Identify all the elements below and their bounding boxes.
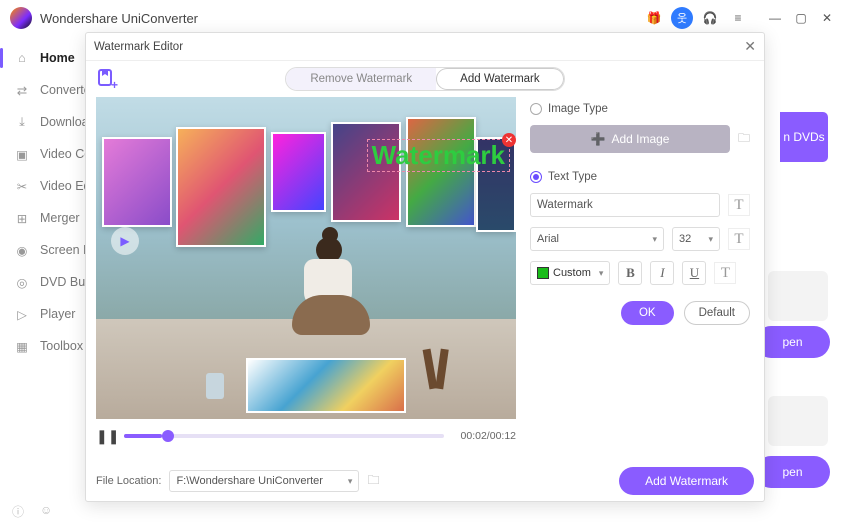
chevron-down-icon: ▾ [348, 476, 353, 487]
file-location-row: File Location: F:\Wondershare UniConvert… [86, 461, 764, 501]
bg-open-button-1[interactable]: pen [755, 326, 830, 358]
bg-dvds-panel: n DVDs [780, 112, 828, 162]
sidebar-item-label: Toolbox [40, 339, 83, 353]
radio-text-type[interactable] [530, 171, 542, 183]
converter-icon: ⇄ [14, 82, 30, 98]
window-minimize-button[interactable]: — [762, 5, 788, 31]
text-template-icon-2[interactable]: T [728, 228, 750, 250]
add-watermark-button[interactable]: Add Watermark [619, 467, 754, 495]
video-preview[interactable]: ▶ Watermark ✕ [96, 97, 516, 419]
watermark-remove-button[interactable]: ✕ [502, 133, 516, 147]
image-type-label: Image Type [548, 103, 608, 115]
color-swatch-icon [537, 267, 549, 279]
chevron-down-icon: ▾ [652, 234, 657, 245]
sidebar-item-label: Home [40, 51, 75, 65]
ok-button[interactable]: OK [621, 301, 674, 325]
play-overlay-icon[interactable]: ▶ [111, 227, 139, 255]
dialog-header: Watermark Editor ✕ [86, 33, 764, 61]
font-size-select[interactable]: 32 ▾ [672, 227, 720, 251]
scissors-icon: ✂ [14, 178, 30, 194]
text-template-icon[interactable]: T [728, 194, 750, 216]
add-image-label: Add Image [611, 132, 669, 146]
file-location-value: F:\Wondershare UniConverter [176, 475, 323, 487]
color-select[interactable]: Custom ▾ [530, 261, 610, 285]
play-icon: ▷ [14, 306, 30, 322]
radio-image-type[interactable] [530, 103, 542, 115]
app-logo-icon [10, 7, 32, 29]
info-icon[interactable]: ⓘ [12, 503, 24, 520]
user-account-icon[interactable]: 웃 [671, 7, 693, 29]
italic-button[interactable]: I [650, 261, 674, 285]
compress-icon: ▣ [14, 146, 30, 162]
bg-thumb-1 [768, 271, 828, 321]
home-icon: ⌂ [14, 50, 30, 66]
color-mode-label: Custom [553, 267, 591, 279]
size-value: 32 [679, 233, 691, 245]
merge-icon: ⊞ [14, 210, 30, 226]
file-location-label: File Location: [96, 475, 161, 487]
add-image-button[interactable]: ➕ Add Image [530, 125, 730, 153]
playback-time: 00:02/00:12 [452, 430, 516, 442]
watermark-editor-dialog: Watermark Editor ✕ + Remove Watermark Ad… [85, 32, 765, 502]
hamburger-menu-icon[interactable]: ≡ [727, 7, 749, 29]
watermark-logo-icon: + [96, 68, 118, 90]
underline-button[interactable]: U [682, 261, 706, 285]
seek-bar[interactable] [124, 434, 444, 438]
file-location-select[interactable]: F:\Wondershare UniConverter ▾ [169, 470, 359, 492]
window-maximize-button[interactable]: ▢ [788, 5, 814, 31]
sidebar-item-label: Merger [40, 211, 80, 225]
image-folder-icon[interactable]: 🗀 [738, 129, 750, 150]
watermark-tabs: Remove Watermark Add Watermark [285, 67, 564, 91]
font-select[interactable]: Arial ▾ [530, 227, 664, 251]
dialog-title: Watermark Editor [94, 41, 183, 53]
gift-icon[interactable]: 🎁 [643, 7, 665, 29]
pause-button[interactable]: ❚❚ [96, 428, 116, 445]
title-bar: Wondershare UniConverter 🎁 웃 🎧 ≡ — ▢ ✕ [0, 0, 850, 36]
support-headset-icon[interactable]: 🎧 [699, 7, 721, 29]
disc-icon: ◎ [14, 274, 30, 290]
plus-icon: ➕ [590, 132, 605, 146]
playback-controls: ❚❚ 00:02/00:12 [96, 419, 516, 453]
download-icon: ⤓ [14, 114, 30, 130]
bg-thumb-2 [768, 396, 828, 446]
text-template-icon-3[interactable]: T [714, 262, 736, 284]
watermark-settings-panel: Image Type ➕ Add Image 🗀 Text Type T Ari… [526, 97, 754, 453]
feedback-icon[interactable]: ☺ [40, 503, 52, 520]
watermark-overlay-text: Watermark [372, 140, 505, 170]
svg-text:+: + [111, 78, 118, 90]
window-close-button[interactable]: ✕ [814, 5, 840, 31]
video-preview-pane: ▶ Watermark ✕ ❚❚ 00:02/00:12 [96, 97, 516, 453]
bottom-icons: ⓘ ☺ [12, 503, 52, 520]
bg-open-button-2[interactable]: pen [755, 456, 830, 488]
watermark-overlay[interactable]: Watermark ✕ [367, 139, 510, 172]
chevron-down-icon: ▾ [599, 268, 604, 279]
tab-add-watermark[interactable]: Add Watermark [436, 68, 563, 90]
watermark-text-input[interactable] [530, 193, 720, 217]
record-icon: ◉ [14, 242, 30, 258]
grid-icon: ▦ [14, 338, 30, 354]
app-title: Wondershare UniConverter [40, 11, 198, 26]
default-button[interactable]: Default [684, 301, 750, 325]
text-type-label: Text Type [548, 171, 597, 183]
tab-remove-watermark[interactable]: Remove Watermark [286, 68, 436, 90]
sidebar-item-label: Player [40, 307, 75, 321]
bold-button[interactable]: B [618, 261, 642, 285]
dialog-close-button[interactable]: ✕ [744, 38, 756, 55]
font-value: Arial [537, 233, 559, 245]
browse-folder-icon[interactable]: 🗀 [367, 471, 379, 492]
chevron-down-icon: ▾ [708, 234, 713, 245]
